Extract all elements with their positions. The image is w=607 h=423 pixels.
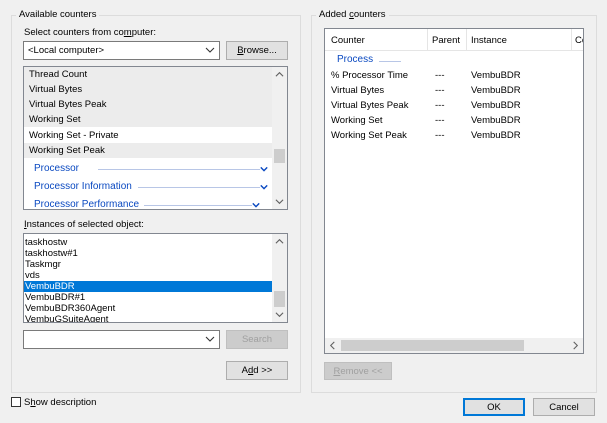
column-header-instance[interactable]: Instance <box>471 35 507 46</box>
add-button[interactable]: Add >> <box>226 361 288 380</box>
list-item[interactable]: Working Set - Private <box>24 128 274 143</box>
available-counters-legend: Available counters <box>16 9 100 20</box>
column-header-computer[interactable]: Co <box>575 35 583 46</box>
table-row[interactable]: Working Set --- VembuBDR <box>325 115 583 127</box>
chevron-down-icon <box>260 166 268 172</box>
list-item[interactable]: Working Set Peak <box>24 143 274 158</box>
scroll-up-icon[interactable] <box>272 67 287 82</box>
scroll-thumb[interactable] <box>341 340 524 351</box>
remove-button[interactable]: Remove << <box>324 362 392 380</box>
select-computer-label: Select counters from computer: <box>24 27 157 38</box>
counter-list[interactable]: Thread Count Virtual Bytes Virtual Bytes… <box>23 66 288 210</box>
show-description-checkbox[interactable] <box>11 397 21 407</box>
computer-select-value: <Local computer> <box>28 45 105 56</box>
list-item[interactable]: Virtual Bytes Peak <box>24 97 274 112</box>
list-item[interactable]: VembuBDR360Agent <box>24 303 274 314</box>
computer-select[interactable]: <Local computer> <box>23 41 220 60</box>
ok-button[interactable]: OK <box>463 398 525 416</box>
list-item[interactable]: VembuGSuiteAgent <box>24 314 274 322</box>
search-button[interactable]: Search <box>226 330 288 349</box>
group-header-process: Process <box>325 52 583 68</box>
category-processor-performance[interactable]: Processor Performance <box>24 196 274 209</box>
list-item[interactable]: taskhostw <box>24 237 274 248</box>
added-counters-legend: Added counters <box>316 9 389 20</box>
table-row[interactable]: Working Set Peak --- VembuBDR <box>325 130 583 142</box>
added-counters-table[interactable]: Counter Parent Instance Co Process % Pro… <box>324 28 584 354</box>
chevron-down-icon <box>252 202 260 208</box>
chevron-down-icon <box>260 184 268 190</box>
counter-list-scrollbar[interactable] <box>272 67 287 209</box>
table-row[interactable]: Virtual Bytes --- VembuBDR <box>325 85 583 97</box>
cancel-button[interactable]: Cancel <box>533 398 595 416</box>
list-item[interactable]: vds <box>24 270 274 281</box>
category-processor[interactable]: Processor <box>24 160 274 178</box>
browse-button[interactable]: Browse... <box>226 41 288 60</box>
scroll-down-icon[interactable] <box>272 307 287 322</box>
list-item[interactable]: Virtual Bytes <box>24 82 274 97</box>
column-header-parent[interactable]: Parent <box>432 35 460 46</box>
table-header: Counter Parent Instance Co <box>325 29 583 51</box>
scroll-right-icon[interactable] <box>568 338 583 353</box>
show-description-label[interactable]: Show description <box>24 397 96 408</box>
instances-list-scrollbar[interactable] <box>272 234 287 322</box>
chevron-down-icon <box>205 47 215 53</box>
list-item[interactable]: taskhostw#1 <box>24 248 274 259</box>
instances-label: Instances of selected object: <box>24 219 144 230</box>
added-table-hscrollbar[interactable] <box>325 338 583 353</box>
scroll-thumb[interactable] <box>274 149 285 163</box>
scroll-left-icon[interactable] <box>325 338 340 353</box>
list-item[interactable]: Taskmgr <box>24 259 274 270</box>
list-item[interactable]: Thread Count <box>24 67 274 82</box>
category-processor-information[interactable]: Processor Information <box>24 178 274 196</box>
instances-list[interactable]: taskhostw taskhostw#1 Taskmgr vds VembuB… <box>23 233 288 323</box>
scroll-down-icon[interactable] <box>272 194 287 209</box>
chevron-down-icon <box>205 336 215 342</box>
table-row[interactable]: % Processor Time --- VembuBDR <box>325 70 583 82</box>
list-item[interactable]: VembuBDR#1 <box>24 292 274 303</box>
table-row[interactable]: Virtual Bytes Peak --- VembuBDR <box>325 100 583 112</box>
scroll-thumb[interactable] <box>274 291 285 307</box>
scroll-up-icon[interactable] <box>272 234 287 249</box>
search-input[interactable] <box>23 330 220 349</box>
column-header-counter[interactable]: Counter <box>331 35 365 46</box>
list-item-selected[interactable]: VembuBDR <box>24 281 274 292</box>
list-item[interactable]: Working Set <box>24 112 274 127</box>
